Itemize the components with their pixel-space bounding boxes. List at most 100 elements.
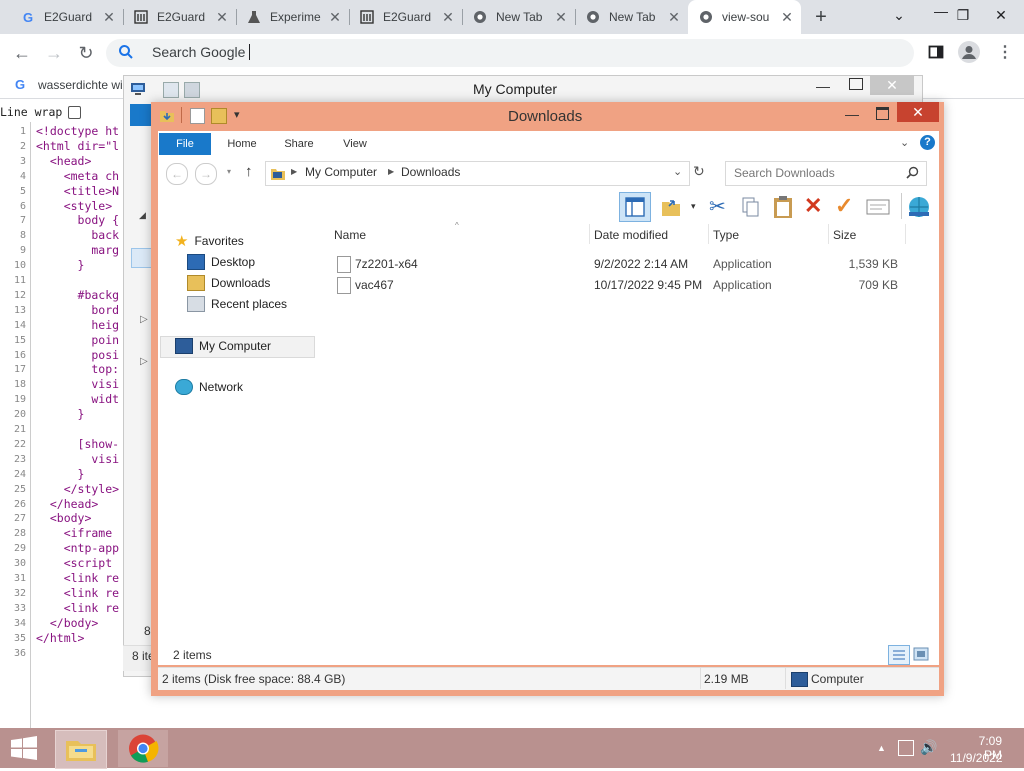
browser-tab[interactable]: G E2Guard ✕ [10, 0, 123, 34]
chrome-icon [472, 9, 488, 25]
reload-icon[interactable]: ↻ [73, 41, 99, 65]
minimize-button[interactable]: — [816, 78, 830, 94]
maximize-button[interactable] [849, 78, 863, 90]
search-icon[interactable] [906, 166, 919, 179]
paste-icon[interactable] [772, 195, 794, 219]
column-header-date[interactable]: Date modified [594, 228, 668, 242]
browser-tab[interactable]: New Tab ✕ [462, 0, 575, 34]
line-number: 5 [19, 185, 26, 197]
new-folder-icon[interactable] [211, 108, 227, 124]
cut-icon[interactable]: ✂ [709, 194, 726, 219]
tab-file[interactable]: File [159, 133, 211, 155]
browser-tab[interactable]: E2Guard ✕ [123, 0, 236, 34]
line-wrap-checkbox[interactable] [68, 106, 81, 119]
browser-tab-active[interactable]: view-sou ✕ [688, 0, 801, 34]
breadcrumb-chevron-icon[interactable]: ▶ [388, 167, 394, 176]
tab-view[interactable]: View [332, 133, 378, 155]
show-hidden-icons[interactable]: ▲ [877, 743, 886, 753]
nav-desktop[interactable]: Desktop [187, 252, 255, 272]
search-icon [118, 44, 134, 60]
close-button[interactable]: ✕ [897, 102, 939, 122]
maximize-button[interactable] [876, 107, 889, 120]
file-type: Application [713, 257, 772, 271]
file-row[interactable]: 7z2201-x64 9/2/2022 2:14 AM Application … [333, 254, 903, 274]
close-tab-icon[interactable]: ✕ [327, 9, 343, 26]
line-number: 11 [13, 275, 26, 286]
up-arrow-icon[interactable]: ↑ [245, 163, 253, 180]
browser-tab[interactable]: New Tab ✕ [575, 0, 688, 34]
breadcrumb-my-computer[interactable]: My Computer [305, 165, 377, 179]
close-tab-icon[interactable]: ✕ [440, 9, 456, 26]
bookmark-item[interactable]: wasserdichte wi [38, 78, 123, 92]
recent-locations-icon[interactable]: ▾ [227, 167, 231, 176]
nav-network[interactable]: Network [175, 377, 243, 397]
column-header-name[interactable]: Name [334, 228, 366, 242]
source-line: } [36, 466, 85, 481]
details-view-icon[interactable] [888, 645, 910, 665]
column-header-type[interactable]: Type [713, 228, 739, 242]
move-to-dropdown-icon[interactable]: ▾ [691, 201, 696, 212]
nav-downloads[interactable]: Downloads [187, 273, 270, 293]
close-tab-icon[interactable]: ✕ [214, 9, 230, 26]
windows-start-icon[interactable] [10, 736, 38, 760]
collapse-arrow-icon[interactable]: ◢ [139, 210, 146, 221]
close-tab-icon[interactable]: ✕ [101, 9, 117, 26]
volume-icon[interactable]: 🔊 [920, 739, 937, 756]
address-dropdown-icon[interactable]: ⌄ [673, 165, 682, 178]
customize-qat-icon[interactable]: ▾ [234, 108, 240, 121]
forward-arrow-icon[interactable]: → [41, 41, 67, 65]
delete-icon[interactable]: ✕ [804, 193, 822, 219]
line-number: 29 [13, 543, 26, 555]
file-row[interactable]: vac467 10/17/2022 9:45 PM Application 70… [333, 275, 903, 295]
minimize-button[interactable]: — [845, 106, 859, 122]
back-arrow-icon[interactable]: ← [166, 163, 188, 185]
source-line: widt [36, 392, 120, 407]
close-tab-icon[interactable]: ✕ [553, 9, 569, 26]
taskbar-explorer-button[interactable] [55, 730, 107, 769]
source-line: poin [36, 332, 120, 347]
forward-arrow-icon[interactable]: → [195, 163, 217, 185]
kebab-menu-icon[interactable]: ⋮ [997, 42, 1013, 62]
side-panel-icon[interactable] [928, 44, 944, 60]
browser-tab[interactable]: E2Guard ✕ [349, 0, 462, 34]
close-tab-icon[interactable]: ✕ [779, 9, 795, 26]
preview-pane-icon[interactable] [619, 192, 651, 222]
application-file-icon [337, 256, 351, 273]
nav-favorites[interactable]: ★ Favorites [175, 231, 244, 251]
nav-recent-places[interactable]: Recent places [187, 294, 287, 314]
properties-icon[interactable] [866, 198, 890, 216]
close-tab-icon[interactable]: ✕ [666, 9, 682, 26]
tab-search-icon[interactable]: ⌄ [876, 0, 922, 30]
browser-tab[interactable]: Experime ✕ [236, 0, 349, 34]
breadcrumb-downloads[interactable]: Downloads [401, 165, 460, 179]
taskbar-date[interactable]: 11/9/2022 [950, 751, 1003, 765]
source-line: #backg [36, 287, 120, 302]
new-tab-button[interactable]: + [804, 2, 838, 32]
expand-ribbon-icon[interactable]: ⌄ [900, 136, 909, 149]
expand-arrow-icon[interactable]: ▷ [140, 314, 148, 325]
taskbar-chrome-button[interactable] [118, 730, 168, 767]
help-icon[interactable]: ? [920, 135, 935, 150]
tab-title: New Tab [609, 10, 656, 24]
close-window-button[interactable]: ✕ [978, 0, 1024, 30]
breadcrumb-chevron-icon[interactable]: ▶ [291, 167, 297, 176]
profile-avatar-icon[interactable] [958, 41, 980, 63]
back-arrow-icon[interactable]: ← [9, 41, 35, 65]
properties-icon[interactable] [190, 108, 205, 124]
network-tray-icon[interactable] [898, 740, 914, 756]
network-globe-icon[interactable] [906, 195, 932, 219]
tab-home[interactable]: Home [218, 133, 266, 155]
source-line: <!doctype ht [36, 124, 120, 138]
move-to-icon[interactable] [660, 196, 682, 218]
expand-arrow-icon[interactable]: ▷ [140, 356, 148, 367]
refresh-icon[interactable]: ↻ [693, 163, 705, 180]
source-line: </head> [36, 496, 99, 511]
close-button[interactable]: ✕ [870, 75, 914, 95]
large-icons-view-icon[interactable] [913, 647, 929, 661]
line-number: 24 [13, 468, 26, 480]
nav-my-computer[interactable]: My Computer [175, 336, 271, 356]
column-header-size[interactable]: Size [833, 228, 856, 242]
copy-icon[interactable] [741, 196, 761, 218]
rename-check-icon[interactable]: ✓ [835, 193, 853, 219]
tab-share[interactable]: Share [276, 133, 322, 155]
